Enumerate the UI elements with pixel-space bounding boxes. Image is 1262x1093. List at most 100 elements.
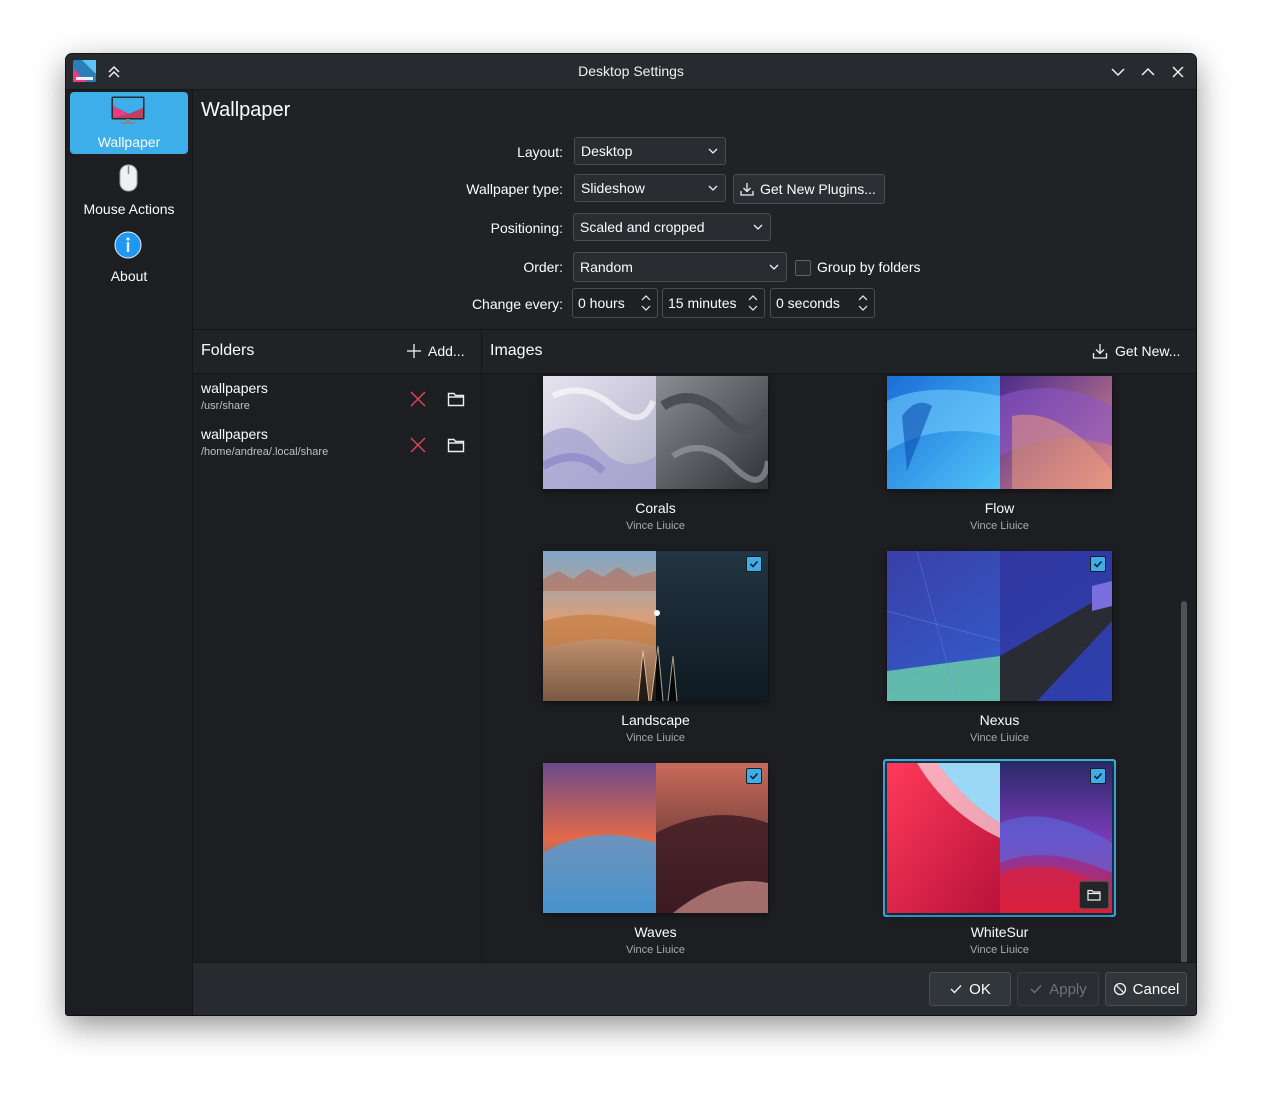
wallpaper-checkbox[interactable] [1090, 556, 1106, 572]
images-scrollbar[interactable] [1180, 418, 1188, 964]
wallpaper-preview [543, 763, 768, 913]
dialog-footer: OK Apply Cancel [193, 962, 1196, 1015]
wallpaper-type-value: Slideshow [581, 180, 645, 196]
wallpaper-author: Vince Liuice [969, 944, 1030, 956]
chevron-down-icon [769, 264, 779, 270]
check-icon [1093, 560, 1103, 568]
wallpaper-author: Vince Liuice [625, 944, 686, 956]
sidebar-item-about[interactable]: About [70, 226, 188, 288]
wallpaper-author: Vince Liuice [969, 732, 1030, 744]
minutes-spinbox[interactable]: 15 minutes [662, 288, 765, 318]
wallpaper-type-combo[interactable]: Slideshow [574, 174, 726, 202]
open-folder-icon[interactable] [447, 390, 465, 408]
check-icon [749, 772, 759, 780]
sidebar-item-wallpaper[interactable]: Wallpaper [70, 92, 188, 154]
wallpaper-thumb-landscape[interactable]: Landscape Vince Liuice [543, 550, 768, 750]
wallpaper-preview [887, 551, 1112, 701]
sidebar-item-label: Mouse Actions [83, 201, 175, 217]
wallpaper-name: Corals [635, 500, 676, 516]
main-content: Wallpaper Layout: Desktop Wallpaper type… [193, 90, 1196, 1015]
wallpaper-thumb-nexus[interactable]: Nexus Vince Liuice [887, 550, 1112, 750]
spin-arrows-icon[interactable] [857, 294, 869, 312]
images-panel: Images Get New... Corals Vince Liuice Fl… [482, 329, 1196, 1015]
download-icon [1092, 344, 1108, 359]
order-label: Order: [523, 259, 563, 275]
wallpaper-name: Nexus [979, 712, 1020, 728]
list-item[interactable]: wallpapers /home/andrea/.local/share [193, 422, 481, 468]
hours-spinbox[interactable]: 0 hours [572, 288, 658, 318]
minutes-value: 15 minutes [668, 295, 737, 311]
folder-path: /home/andrea/.local/share [201, 446, 329, 458]
wallpaper-preview [543, 551, 768, 701]
cancel-button[interactable]: Cancel [1105, 972, 1187, 1006]
open-containing-folder-button[interactable] [1079, 881, 1109, 909]
sidebar-item-label: Wallpaper [97, 134, 161, 150]
wallpaper-author: Vince Liuice [625, 732, 686, 744]
chevron-down-icon [753, 224, 763, 230]
download-icon [740, 183, 754, 196]
wallpaper-thumb-flow[interactable]: Flow Vince Liuice [887, 374, 1112, 544]
sidebar-item-label: About [110, 268, 148, 284]
wallpaper-name: Flow [984, 500, 1015, 516]
wallpaper-thumb-whitesur[interactable]: WhiteSur Vince Liuice [883, 759, 1116, 962]
wallpaper-type-label: Wallpaper type: [466, 181, 563, 197]
ok-label: OK [969, 980, 991, 998]
wallpaper-thumb-corals[interactable]: Corals Vince Liuice [543, 374, 768, 544]
maximize-icon[interactable] [1137, 61, 1159, 83]
apply-button[interactable]: Apply [1017, 972, 1099, 1006]
wallpaper-preview [543, 376, 768, 489]
wallpaper-name: Landscape [621, 712, 690, 728]
chevron-down-icon [708, 148, 718, 154]
change-every-label: Change every: [471, 296, 563, 312]
remove-folder-icon[interactable] [409, 390, 427, 408]
positioning-value: Scaled and cropped [580, 219, 705, 235]
wallpaper-grid: Corals Vince Liuice Flow Vince Liuice La… [482, 373, 1196, 964]
wallpaper-checkbox[interactable] [746, 556, 762, 572]
wallpaper-checkbox[interactable] [746, 768, 762, 784]
wallpaper-thumb-waves[interactable]: Waves Vince Liuice [543, 762, 768, 962]
spin-arrows-icon[interactable] [747, 294, 759, 312]
scrollbar-handle[interactable] [1181, 601, 1187, 964]
sidebar-item-mouse-actions[interactable]: Mouse Actions [70, 159, 188, 221]
check-icon [749, 560, 759, 568]
order-combo[interactable]: Random [573, 252, 787, 282]
cancel-label: Cancel [1132, 980, 1180, 998]
get-new-plugins-button[interactable]: Get New Plugins... [733, 174, 885, 204]
close-icon[interactable] [1167, 61, 1189, 83]
layout-label: Layout: [517, 144, 563, 160]
get-new-plugins-label: Get New Plugins... [760, 181, 876, 197]
wallpaper-name: WhiteSur [970, 924, 1029, 940]
spin-arrows-icon[interactable] [640, 294, 652, 312]
wallpaper-checkbox[interactable] [1090, 768, 1106, 784]
layout-combo[interactable]: Desktop [574, 137, 726, 165]
add-folder-button[interactable]: Add... [406, 340, 465, 362]
monitor-icon [111, 96, 145, 124]
desktop-settings-window: Desktop Settings Wallpaper Mouse Actions… [66, 54, 1196, 1015]
get-new-label: Get New... [1115, 343, 1181, 359]
wallpaper-author: Vince Liuice [625, 520, 686, 532]
add-folder-label: Add... [428, 343, 465, 359]
seconds-spinbox[interactable]: 0 seconds [770, 288, 875, 318]
remove-folder-icon[interactable] [409, 436, 427, 454]
minimize-icon[interactable] [1107, 61, 1129, 83]
images-title: Images [490, 342, 543, 359]
check-icon [950, 985, 962, 994]
page-title: Wallpaper [201, 99, 291, 121]
layout-value: Desktop [581, 143, 633, 159]
group-by-folders-label: Group by folders [817, 259, 921, 275]
info-icon [114, 231, 142, 259]
mouse-icon [119, 164, 138, 192]
get-new-wallpapers-button[interactable]: Get New... [1092, 340, 1180, 362]
open-folder-icon[interactable] [447, 436, 465, 454]
window-title: Desktop Settings [578, 63, 684, 79]
wallpaper-preview [887, 376, 1112, 489]
folder-name: wallpapers [201, 380, 268, 396]
wallpaper-preview [887, 763, 1112, 913]
wallpaper-name: Waves [634, 924, 677, 940]
list-item[interactable]: wallpapers /usr/share [193, 376, 481, 422]
folder-icon [1087, 889, 1101, 901]
group-by-folders-checkbox[interactable] [795, 260, 811, 276]
ok-button[interactable]: OK [929, 972, 1011, 1006]
folder-name: wallpapers [201, 426, 268, 442]
positioning-combo[interactable]: Scaled and cropped [573, 213, 771, 241]
